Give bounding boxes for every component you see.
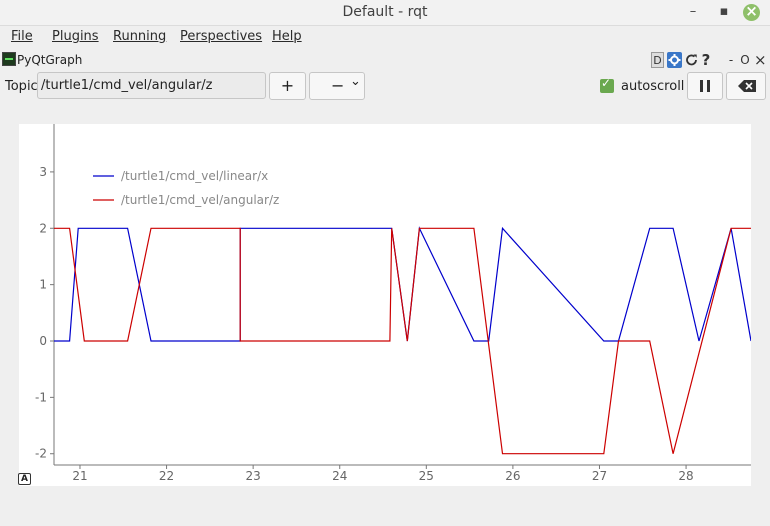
- series-line-linear-x: [54, 226, 752, 342]
- pause-button[interactable]: [687, 72, 723, 100]
- topic-toolbar: Topic + − ⌄ autoscroll: [0, 71, 770, 101]
- topic-input[interactable]: [37, 72, 266, 99]
- x-tick-label: 26: [505, 469, 520, 483]
- auto-range-button[interactable]: A: [18, 473, 31, 485]
- y-tick-label: 1: [39, 278, 47, 292]
- autoscroll-checkbox[interactable]: [600, 76, 614, 93]
- legend-label: /turtle1/cmd_vel/angular/z: [121, 193, 279, 207]
- remove-topic-label: −: [331, 76, 345, 95]
- y-tick-label: 0: [39, 334, 47, 348]
- menu-help[interactable]: Help: [272, 29, 302, 44]
- pyqtgraph-icon: [2, 52, 16, 66]
- legend-label: /turtle1/cmd_vel/linear/x: [121, 169, 268, 183]
- menu-bar: File Plugins Running Perspectives Help: [0, 26, 770, 48]
- window-title: Default - rqt: [342, 4, 428, 20]
- plugin-title: PyQtGraph: [17, 53, 83, 67]
- chevron-down-icon: ⌄: [350, 74, 361, 89]
- close-window-icon[interactable]: [743, 2, 760, 21]
- add-topic-button[interactable]: +: [269, 72, 306, 100]
- float-plugin-icon[interactable]: O: [740, 52, 750, 68]
- plugin-header: PyQtGraph D ? - O ×: [0, 50, 770, 70]
- x-tick-label: 28: [678, 469, 693, 483]
- y-tick-label: -1: [35, 390, 47, 404]
- minimize-plugin-icon[interactable]: -: [726, 52, 736, 68]
- close-plugin-icon[interactable]: ×: [754, 52, 767, 68]
- y-tick-label: 2: [39, 221, 47, 235]
- dock-d-button[interactable]: D: [651, 52, 664, 68]
- menu-perspectives[interactable]: Perspectives: [180, 29, 262, 44]
- menu-plugins[interactable]: Plugins: [52, 29, 99, 44]
- x-tick-label: 23: [246, 469, 261, 483]
- x-tick-label: 24: [332, 469, 347, 483]
- clear-button[interactable]: [726, 72, 766, 100]
- reload-icon[interactable]: [684, 52, 699, 68]
- help-icon[interactable]: ?: [700, 52, 712, 68]
- y-tick-label: 3: [39, 165, 47, 179]
- remove-topic-button[interactable]: − ⌄: [309, 72, 365, 100]
- plot-area[interactable]: 3 2 1 0 -1 -2 21 22 23 24 25 26 27 28/turtle1/cmd_vel…: [19, 124, 752, 486]
- x-tick-label: 21: [72, 469, 87, 483]
- y-tick-label: -2: [35, 447, 47, 461]
- minimize-icon[interactable]: –: [684, 4, 702, 19]
- settings-icon[interactable]: [667, 52, 682, 68]
- plot-canvas[interactable]: 3210-1-221 22 23 24 25 26 27 28/turtle1/cmd_vel…: [19, 124, 752, 486]
- pause-icon: [700, 80, 710, 92]
- title-bar: Default - rqt – ▪: [0, 0, 770, 26]
- menu-running[interactable]: Running: [113, 29, 166, 44]
- maximize-icon[interactable]: ▪: [715, 4, 733, 19]
- topic-label: Topic: [5, 79, 38, 94]
- x-tick-label: 25: [419, 469, 434, 483]
- menu-file[interactable]: File: [11, 29, 33, 44]
- autoscroll-label: autoscroll: [621, 79, 685, 94]
- clear-icon: [738, 80, 756, 92]
- x-tick-label: 27: [592, 469, 607, 483]
- x-tick-label: 22: [159, 469, 174, 483]
